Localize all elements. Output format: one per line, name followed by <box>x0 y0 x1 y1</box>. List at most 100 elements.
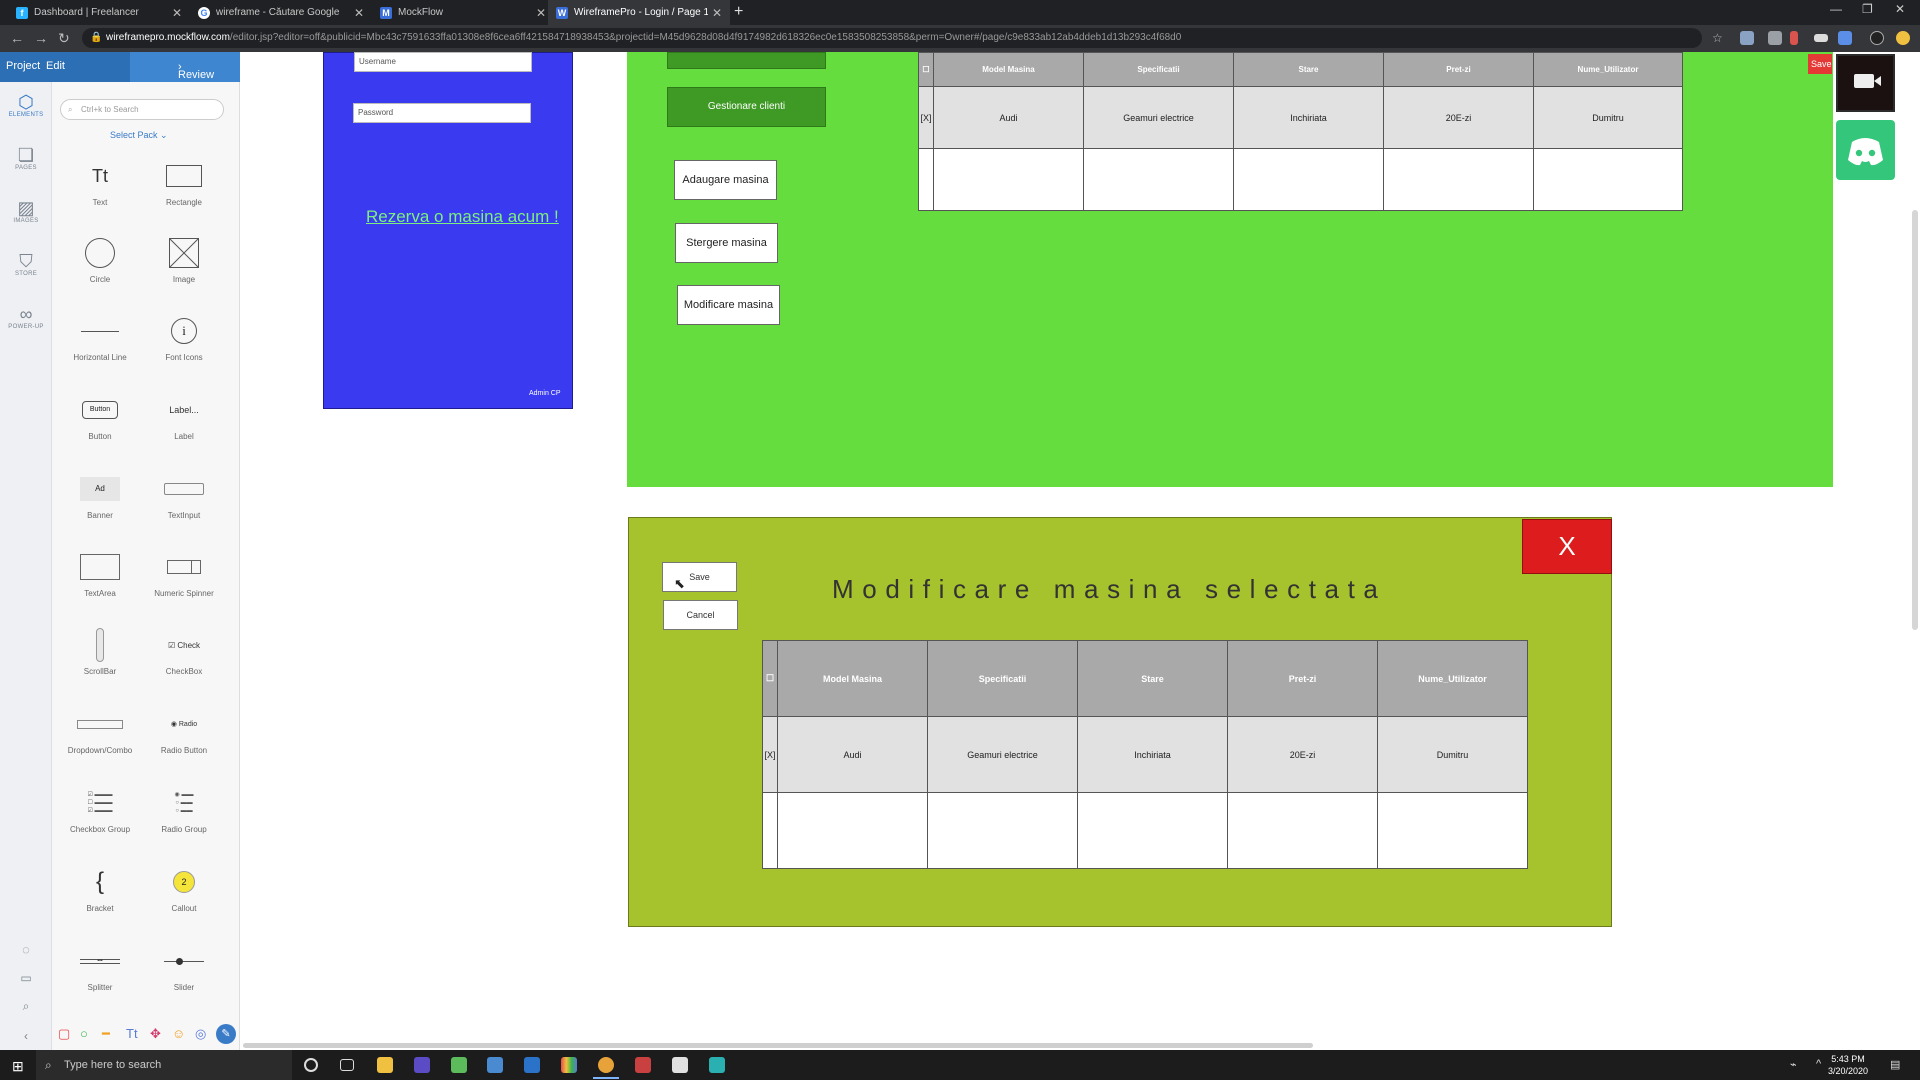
table-row-empty[interactable] <box>918 148 1683 211</box>
stergere-masina-button[interactable]: Stergere masina <box>675 223 778 263</box>
palette-button[interactable]: Button Button <box>58 392 142 441</box>
palette-text[interactable]: Tt Text <box>58 158 142 208</box>
reload-icon[interactable]: ↻ <box>58 30 70 47</box>
palette-bracket[interactable]: { Bracket <box>58 864 142 913</box>
palette-slider[interactable]: Slider <box>142 943 226 992</box>
palette-image[interactable]: Image <box>142 235 226 284</box>
taskbar-clock[interactable]: 5:43 PM 3/20/2020 <box>1828 1053 1868 1077</box>
table-row-empty[interactable] <box>762 792 1528 869</box>
row-checkbox[interactable]: [X] <box>918 86 934 149</box>
pencil-icon[interactable]: ✎ <box>216 1024 236 1044</box>
adaugare-masina-button[interactable]: Adaugare masina <box>674 160 777 200</box>
restore-icon[interactable]: ❐ <box>1862 2 1873 16</box>
zoom-icon[interactable]: ⌕ <box>0 996 52 1016</box>
extension-icon[interactable] <box>1814 34 1828 42</box>
file-explorer-icon[interactable] <box>377 1057 393 1073</box>
photoshop-icon[interactable] <box>524 1057 540 1073</box>
close-window-icon[interactable]: ✕ <box>1895 2 1905 16</box>
palette-rectangle[interactable]: Rectangle <box>142 158 226 207</box>
menu-edit[interactable]: Edit <box>46 60 65 72</box>
extension-icon[interactable] <box>1790 31 1798 45</box>
dialog-cars-table[interactable]: ☐ Model Masina Specificatii Stare Pret-z… <box>762 640 1528 869</box>
palette-textarea[interactable]: TextArea <box>58 549 142 598</box>
table-row[interactable]: [X] Audi Geamuri electrice Inchiriata 20… <box>762 716 1528 793</box>
palette-radio-group[interactable]: ◉ ▬▬ ○ ▬▬ ○ ▬▬ Radio Group <box>142 785 226 834</box>
discord-icon[interactable] <box>1836 120 1895 180</box>
palette-search-input[interactable]: ⌕ Ctrl+k to Search <box>60 99 224 120</box>
rail-powerup[interactable]: ∞ POWER-UP <box>0 304 52 330</box>
palette-splitter[interactable]: ••• Splitter <box>58 943 142 992</box>
username-input[interactable]: Username <box>354 52 532 72</box>
review-button[interactable]: Review › <box>130 52 240 82</box>
menu-project[interactable]: Project <box>6 60 40 72</box>
tab-freelancer[interactable]: f Dashboard | Freelancer ✕ <box>8 0 190 25</box>
close-tab-icon[interactable]: ✕ <box>536 6 546 20</box>
forward-icon[interactable]: → <box>34 30 48 46</box>
row-checkbox[interactable]: [X] <box>762 716 778 793</box>
table-row[interactable]: [X] Audi Geamuri electrice Inchiriata 20… <box>918 86 1683 149</box>
visual-studio-icon[interactable] <box>414 1057 430 1073</box>
comment-icon[interactable]: ◌ <box>0 940 52 960</box>
rail-images[interactable]: ▨ IMAGES <box>0 198 52 224</box>
cortana-icon[interactable] <box>304 1058 318 1072</box>
url-field[interactable]: 🔒 wireframepro.mockflow.com/editor.jsp?e… <box>82 28 1702 48</box>
notifications-icon[interactable]: ▤ <box>1890 1058 1900 1071</box>
admin-cars-table[interactable]: ☐ Model Masina Specificatii Stare Pret-z… <box>918 52 1683 211</box>
back-icon[interactable]: ← <box>10 30 24 46</box>
palette-callout[interactable]: 2 Callout <box>142 864 226 913</box>
task-view-icon[interactable] <box>340 1059 354 1071</box>
extension-icon[interactable] <box>1740 31 1754 45</box>
new-tab-icon[interactable]: + <box>734 3 743 21</box>
close-tab-icon[interactable]: ✕ <box>712 6 722 20</box>
dialog-cancel-button[interactable]: Cancel <box>663 600 738 630</box>
line-shape-icon[interactable]: ━ <box>102 1026 110 1042</box>
modificare-masina-button[interactable]: Modificare masina <box>677 285 780 325</box>
select-all-checkbox[interactable]: ☐ <box>918 52 934 87</box>
palette-label-item[interactable]: Label... Label <box>142 392 226 441</box>
tab-mockflow[interactable]: M MockFlow ✕ <box>372 0 554 25</box>
video-icon[interactable]: ▭ <box>0 968 52 988</box>
palette-banner[interactable]: Ad Banner <box>58 471 142 520</box>
tray-chevron-icon[interactable]: ^ <box>1816 1058 1821 1070</box>
mail-icon[interactable] <box>635 1057 651 1073</box>
chrome-icon[interactable] <box>598 1057 614 1073</box>
palette-radio-button[interactable]: ◉ Radio Radio Button <box>142 706 226 756</box>
rail-elements[interactable]: ⬡ ELEMENTS <box>0 92 52 118</box>
target-icon[interactable]: ◎ <box>195 1026 206 1042</box>
network-icon[interactable]: ⌁ <box>1790 1058 1797 1071</box>
text-tool-icon[interactable]: Tt <box>126 1026 138 1041</box>
password-input[interactable]: Password <box>353 103 531 123</box>
tab-wireframepro[interactable]: W WireframePro - Login / Page 1 ✕ <box>548 0 730 25</box>
palette-font-icons[interactable]: i Font Icons <box>142 313 226 362</box>
horizontal-scrollbar[interactable] <box>243 1043 1313 1048</box>
profile-avatar[interactable] <box>1896 31 1910 45</box>
extension-icon[interactable] <box>1768 31 1782 45</box>
palette-checkbox[interactable]: ☑ Check CheckBox <box>142 627 226 677</box>
palette-numeric-spinner[interactable]: Numeric Spinner <box>142 549 226 598</box>
admin-top-button[interactable] <box>667 52 826 69</box>
palette-checkbox-group[interactable]: ☑ ▬▬▬ ☐ ▬▬▬ ☑ ▬▬▬ Checkbox Group <box>58 785 142 834</box>
collapse-icon[interactable]: ‹ <box>0 1026 52 1046</box>
reserve-car-link[interactable]: Rezerva o masina acum ! <box>366 207 559 227</box>
bookmark-star-icon[interactable]: ☆ <box>1712 31 1723 45</box>
close-tab-icon[interactable]: ✕ <box>172 6 182 20</box>
camera-overlay[interactable] <box>1836 54 1895 112</box>
square-shape-icon[interactable]: ▢ <box>58 1026 70 1042</box>
minimize-icon[interactable]: — <box>1830 2 1842 16</box>
app-icon[interactable] <box>487 1057 503 1073</box>
rail-pages[interactable]: ❏ PAGES <box>0 145 52 171</box>
tab-google[interactable]: G wireframe - Căutare Google ✕ <box>190 0 372 25</box>
palette-horizontal-line[interactable]: Horizontal Line <box>58 313 142 362</box>
close-dialog-button[interactable]: X <box>1522 519 1612 574</box>
circle-shape-icon[interactable]: ○ <box>80 1026 88 1041</box>
palette-dropdown[interactable]: Dropdown/Combo <box>58 706 142 755</box>
component-icon[interactable]: ✥ <box>150 1026 161 1042</box>
admin-cp-link[interactable]: Admin CP <box>529 390 561 397</box>
rail-store[interactable]: ⛉ STORE <box>0 251 52 277</box>
select-all-checkbox[interactable]: ☐ <box>762 640 778 717</box>
windows-start-icon[interactable]: ⊞ <box>12 1058 24 1075</box>
extension-icon[interactable] <box>1838 31 1852 45</box>
palette-circle[interactable]: Circle <box>58 235 142 284</box>
taskbar-search-input[interactable]: ⌕ Type here to search <box>36 1050 292 1080</box>
emoji-icon[interactable]: ☺ <box>172 1026 185 1041</box>
